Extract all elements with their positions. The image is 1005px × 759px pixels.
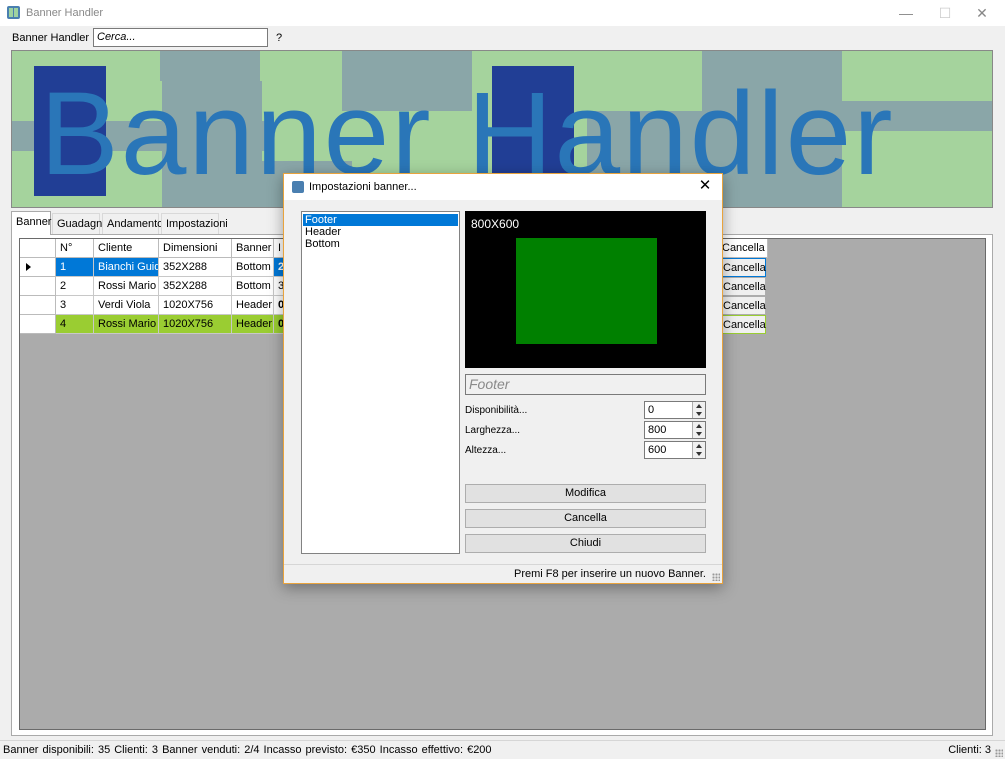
grid-corner [20, 239, 56, 258]
row-header[interactable] [20, 258, 56, 277]
app-icon [7, 6, 20, 19]
cell-banner[interactable]: Header [232, 315, 274, 334]
row-header[interactable] [20, 277, 56, 296]
spin-arrows-icon[interactable] [692, 402, 705, 418]
close-button[interactable]: ✕ [959, 0, 1005, 26]
larghezza-value[interactable]: 800 [648, 424, 666, 436]
banner-settings-dialog: Impostazioni banner... ✕ Footer Header B… [283, 173, 723, 584]
cell-n[interactable]: 3 [56, 296, 94, 315]
cell-dimensioni[interactable]: 1020X756 [159, 296, 232, 315]
altezza-value[interactable]: 600 [648, 444, 666, 456]
title-bar: Banner Handler — ☐ ✕ [0, 0, 1005, 26]
cell-cliente[interactable]: Verdi Viola [94, 296, 159, 315]
tab-andamento[interactable]: Andamento [102, 213, 163, 234]
dialog-app-icon [292, 181, 304, 193]
cell-cliente[interactable]: Rossi Mario [94, 277, 159, 296]
dialog-title-bar[interactable]: Impostazioni banner... ✕ [284, 174, 722, 200]
cell-cliente[interactable]: Bianchi Guido [94, 258, 159, 277]
row-cancella-button[interactable]: Cancella [718, 258, 766, 277]
altezza-label: Altezza... [465, 445, 507, 456]
app-menu-label[interactable]: Banner Handler [12, 32, 89, 44]
cell-dimensioni[interactable]: 1020X756 [159, 315, 232, 334]
preview-size-label: 800X600 [471, 217, 520, 231]
row-cancella-button[interactable]: Cancella [718, 277, 766, 296]
preview-banner-rect [516, 238, 657, 344]
row-header[interactable] [20, 296, 56, 315]
cell-banner[interactable]: Bottom [232, 277, 274, 296]
window-title: Banner Handler [26, 7, 104, 19]
cancella-button[interactable]: Cancella [465, 509, 706, 528]
row-cancella-button[interactable]: Cancella [718, 296, 766, 315]
cell-banner[interactable]: Bottom [232, 258, 274, 277]
banner-name-field[interactable]: Footer [465, 374, 706, 395]
banner-preview: 800X600 [465, 211, 706, 368]
dialog-resize-grip-icon[interactable] [712, 573, 720, 581]
cell-banner[interactable]: Header [232, 296, 274, 315]
cell-dimensioni[interactable]: 352X288 [159, 277, 232, 296]
spin-arrows-icon[interactable] [692, 442, 705, 458]
status-client-count: Clienti: 3 [948, 744, 991, 756]
column-header-cancella[interactable]: Cancella [718, 239, 768, 258]
tab-banner[interactable]: Banner [11, 211, 51, 235]
larghezza-stepper[interactable]: 800 [644, 421, 706, 439]
row-cancella-button[interactable]: Cancella [718, 315, 766, 334]
resize-grip-icon[interactable] [995, 749, 1003, 757]
chiudi-button[interactable]: Chiudi [465, 534, 706, 553]
cell-n[interactable]: 4 [56, 315, 94, 334]
banner-type-list[interactable]: Footer Header Bottom [301, 211, 460, 554]
dialog-status-text: Premi F8 per inserire un nuovo Banner. [514, 568, 706, 580]
row-header[interactable] [20, 315, 56, 334]
list-item-footer[interactable]: Footer [303, 214, 458, 226]
cell-cliente[interactable]: Rossi Mario [94, 315, 159, 334]
search-input[interactable]: Cerca... [93, 28, 268, 47]
spin-arrows-icon[interactable] [692, 422, 705, 438]
dialog-status-bar: Premi F8 per inserire un nuovo Banner. [284, 564, 722, 583]
modifica-button[interactable]: Modifica [465, 484, 706, 503]
dialog-close-button[interactable]: ✕ [690, 174, 720, 200]
column-header-cliente[interactable]: Cliente [94, 239, 159, 258]
current-row-arrow-icon [26, 263, 31, 271]
tab-impostazioni[interactable]: Impostazioni [161, 213, 228, 234]
cell-dimensioni[interactable]: 352X288 [159, 258, 232, 277]
status-summary: Banner disponibili: 35 Clienti: 3 Banner… [3, 744, 492, 756]
cell-n[interactable]: 1 [56, 258, 94, 277]
list-item-bottom[interactable]: Bottom [303, 238, 458, 250]
column-header-banner[interactable]: Banner [232, 239, 274, 258]
status-bar: Banner disponibili: 35 Clienti: 3 Banner… [0, 740, 1005, 759]
altezza-stepper[interactable]: 600 [644, 441, 706, 459]
dialog-title: Impostazioni banner... [309, 181, 417, 193]
disponibilita-stepper[interactable]: 0 [644, 401, 706, 419]
tab-guadagni[interactable]: Guadagni [52, 213, 105, 234]
larghezza-label: Larghezza... [465, 425, 521, 436]
column-header-dimensioni[interactable]: Dimensioni [159, 239, 232, 258]
cell-n[interactable]: 2 [56, 277, 94, 296]
disponibilita-value[interactable]: 0 [648, 404, 654, 416]
disponibilita-label: Disponibilità... [465, 405, 528, 416]
column-header-n[interactable]: N° [56, 239, 94, 258]
list-item-header[interactable]: Header [303, 226, 458, 238]
help-button[interactable]: ? [276, 32, 282, 44]
